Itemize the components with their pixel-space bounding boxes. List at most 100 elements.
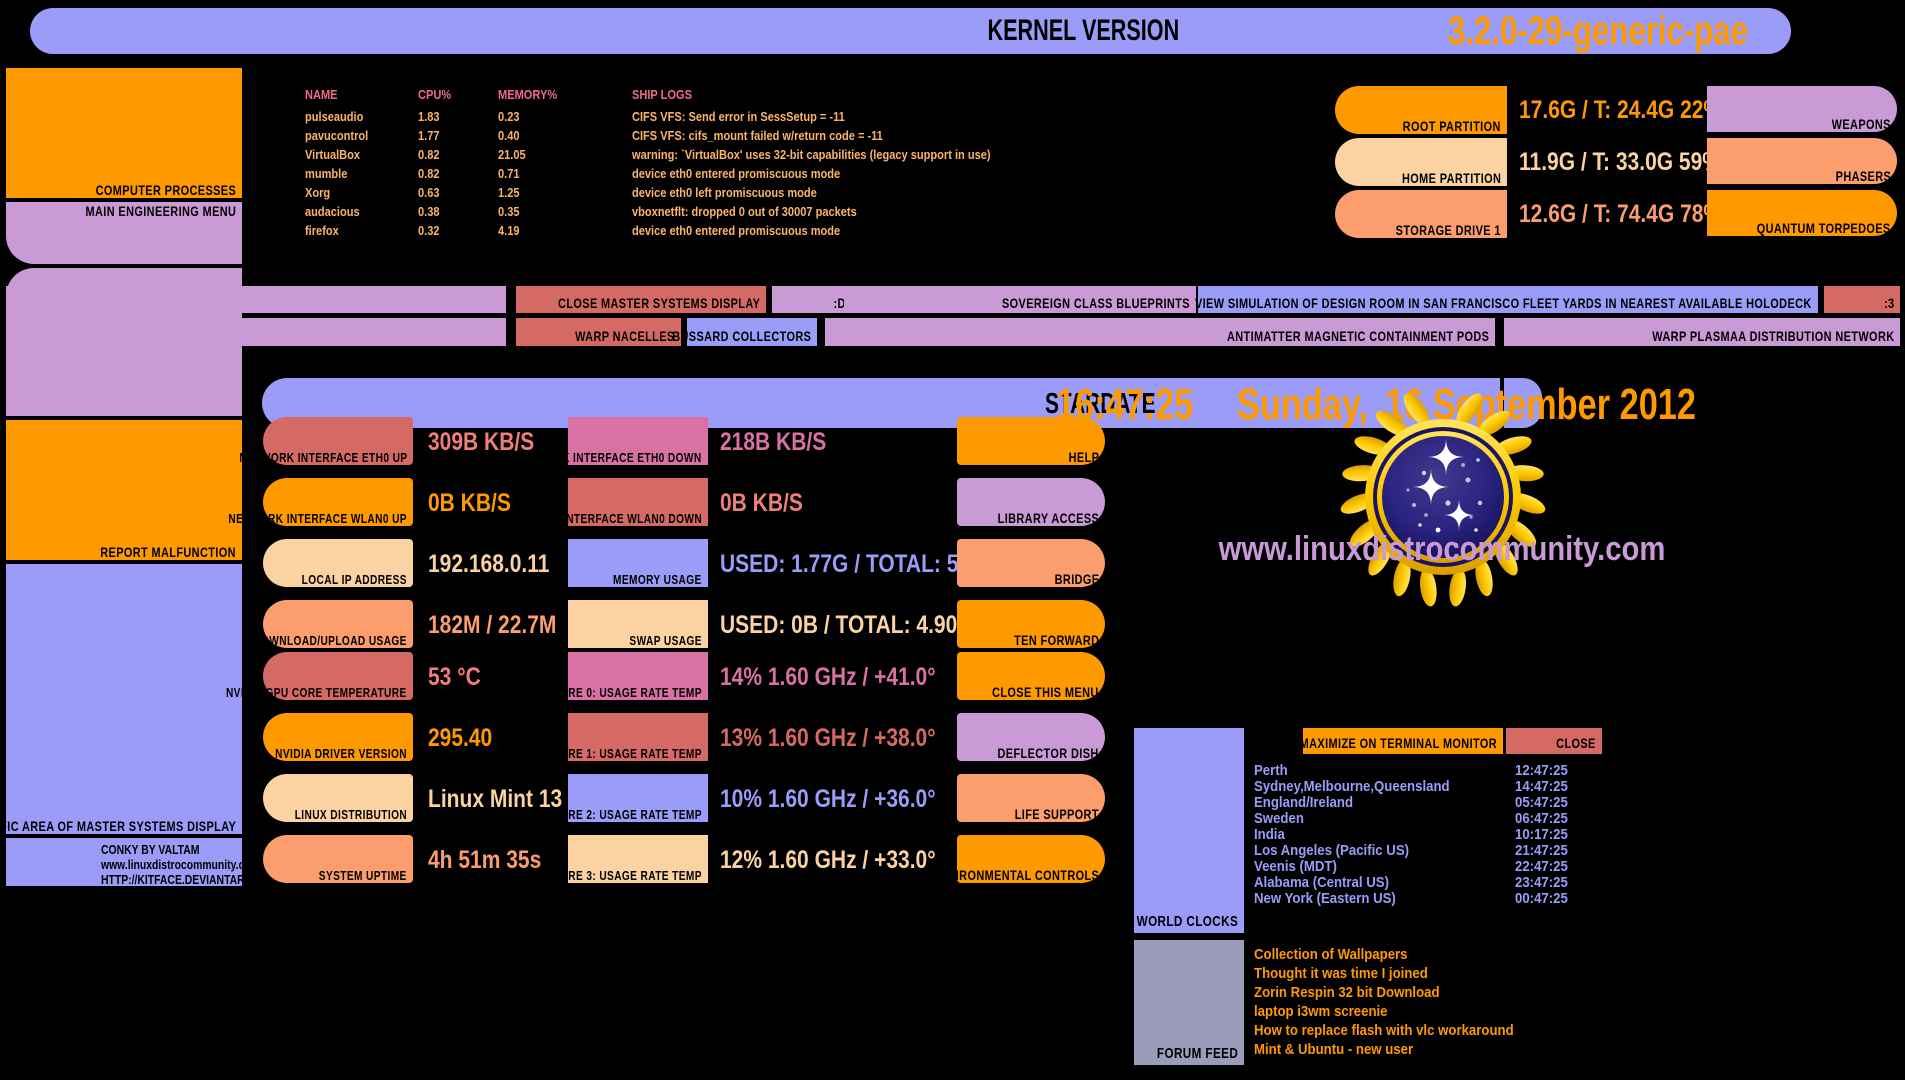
right-menu-button-1[interactable]: LIBRARY ACCESS [957,478,1105,526]
partition-value: 17.6G / T: 24.4G 22% [1519,98,1722,123]
weapons-menu-label: WEAPONS [1832,117,1891,131]
button-row2-0[interactable] [6,318,506,346]
process-log: warning: `VirtualBox' uses 32-bit capabi… [632,148,991,161]
process-name: firefox [305,224,339,237]
world-clock-city: Los Angeles (Pacific US) [1254,843,1409,858]
close-terminal-button[interactable]: CLOSE [1506,728,1602,754]
process-column-header: CPU% [418,88,451,101]
process-cpu: 0.38 [418,205,440,218]
forum-feed-item: Mint & Ubuntu - new user [1254,1042,1413,1057]
right-menu-button-0[interactable]: HELP [957,417,1105,465]
right-menu-button-2[interactable]: BRIDGE [957,539,1105,587]
button-row1-5[interactable]: :3 [1824,286,1900,313]
partition-value: 11.9G / T: 33.0G 59% [1519,150,1721,175]
main-engineering-menu-panel[interactable]: MAIN ENGINEERING MENU [6,202,242,264]
right-menu-button-6[interactable]: LIFE SUPPORT [957,774,1105,822]
report-malfunction-panel[interactable]: REPORT MALFUNCTION [6,420,242,560]
forum-feed-item: Zorin Respin 32 bit Download [1254,985,1440,1000]
cpu-core-stat-pill-2[interactable]: CPU CORE 2: USAGE RATE TEMP [568,774,708,822]
partition-pill-1[interactable]: HOME PARTITION [1335,138,1507,186]
button-row1-1[interactable]: CLOSE MASTER SYSTEMS DISPLAY [516,286,766,313]
right-menu-button-5[interactable]: DEFLECTOR DISH [957,713,1105,761]
net-stat-left-pill-2[interactable]: LOCAL IP ADDRESS [263,539,413,587]
cpu-core-stat-value: 14% 1.60 GHz / +41.0° [720,665,936,690]
hw-stat-left-pill-0[interactable]: NVIDIA GPU CORE TEMPERATURE [263,652,413,700]
kernel-version-label: KERNEL VERSION [987,14,1179,48]
hw-stat-left-label: LINUX DISTRIBUTION [295,808,407,821]
world-clock-time: 22:47:25 [1515,859,1568,874]
button-row2-4[interactable]: WARP PLASMAA DISTRIBUTION NETWORK [1504,318,1900,346]
net-stat-left-pill-1[interactable]: NETWORK INTERFACE WLAN0 UP [263,478,413,526]
right-menu-button-7[interactable]: ENVIRONMENTAL CONTROLS [957,835,1105,883]
process-cpu: 0.63 [418,186,440,199]
right-menu-label: TEN FORWARD [1014,633,1099,647]
button-row2-3[interactable]: ANTIMATTER MAGNETIC CONTAINMENT PODS [825,318,1495,346]
hw-stat-left-pill-3[interactable]: SYSTEM UPTIME [263,835,413,883]
world-clock-time: 21:47:25 [1515,843,1568,858]
hw-stat-left-label: NVIDIA DRIVER VERSION [275,747,407,760]
credits-panel: CONKY BY VALTAM www.linuxdistrocommunity… [6,838,242,886]
process-mem: 0.35 [498,205,520,218]
cpu-core-stat-value: 12% 1.60 GHz / +33.0° [720,848,936,873]
weapons-menu-button-1[interactable]: PHASERS [1707,138,1897,184]
cpu-core-stat-pill-1[interactable]: CPU CORE 1: USAGE RATE TEMP [568,713,708,761]
world-clock-city: Sydney,Melbourne,Queensland [1254,779,1450,794]
maximize-on-terminal-monitor-button[interactable]: MAXIMIZE ON TERMINAL MONITOR [1303,728,1503,754]
forum-feed-item: How to replace flash with vlc workaround [1254,1023,1514,1038]
process-cpu: 0.82 [418,167,440,180]
hw-stat-left-pill-1[interactable]: NVIDIA DRIVER VERSION [263,713,413,761]
world-clock-time: 06:47:25 [1515,811,1568,826]
view-specific-area-label: VIEW SPECIFIC AREA OF MASTER SYSTEMS DIS… [0,819,236,833]
process-log: vboxnetflt: dropped 0 out of 30007 packe… [632,205,857,218]
process-name: mumble [305,167,347,180]
left-blue-block[interactable]: VIEW SPECIFIC AREA OF MASTER SYSTEMS DIS… [6,564,242,834]
button-row2-1[interactable]: WARP NACELLES [516,318,681,346]
cpu-core-stat-label: CPU CORE 1: USAGE RATE TEMP [527,747,702,760]
right-menu-label: LIFE SUPPORT [1015,807,1099,821]
right-menu-label: LIBRARY ACCESS [997,511,1099,525]
net-stat-left-pill-3[interactable]: DOWNLOAD/UPLOAD USAGE [263,600,413,648]
process-cpu: 1.77 [418,129,440,142]
right-menu-button-3[interactable]: TEN FORWARD [957,600,1105,648]
weapons-menu-button-2[interactable]: QUANTUM TORPEDOES [1707,190,1897,236]
net-stat-mid-pill-2[interactable]: MEMORY USAGE [568,539,708,587]
forum-feed-label: FORUM FEED [1157,1046,1238,1061]
button-row1-2[interactable]: :D [772,286,852,313]
button-row1-3[interactable]: SOVEREIGN CLASS BLUEPRINTS [844,286,1196,313]
main-engineering-menu-label: MAIN ENGINEERING MENU [85,204,236,218]
cpu-core-stat-label: CPU CORE 2: USAGE RATE TEMP [527,808,702,821]
net-stat-mid-label: SWAP USAGE [630,634,702,647]
net-stat-mid-pill-1[interactable]: NETWORK INTERFACE WLAN0 DOWN [568,478,708,526]
world-clock-city: England/Ireland [1254,795,1353,810]
right-menu-button-4[interactable]: CLOSE THIS MENU [957,652,1105,700]
net-stat-mid-pill-0[interactable]: NETWORK INTERFACE ETH0 DOWN [568,417,708,465]
forum-feed-item: Thought it was time I joined [1254,966,1428,981]
net-stat-left-value: 0B KB/S [428,491,511,516]
computer-processes-panel[interactable]: COMPUTER PROCESSES [6,68,242,198]
process-name: pavucontrol [305,129,368,142]
process-cpu: 0.32 [418,224,440,237]
partition-pill-0[interactable]: ROOT PARTITION [1335,86,1507,134]
weapons-menu-button-0[interactable]: WEAPONS [1707,86,1897,132]
button-row1-4[interactable]: VIEW SIMULATION OF DESIGN ROOM IN SAN FR… [1198,286,1818,313]
button-row2-2[interactable]: BUSSARD COLLECTORS [687,318,817,346]
process-name: VirtualBox [305,148,360,161]
hw-stat-left-pill-2[interactable]: LINUX DISTRIBUTION [263,774,413,822]
button-row1-0[interactable] [6,286,506,313]
net-stat-left-pill-0[interactable]: NETWORK INTERFACE ETH0 UP [263,417,413,465]
world-clock-city: India [1254,827,1285,842]
cpu-core-stat-pill-3[interactable]: CPU CORE 3: USAGE RATE TEMP [568,835,708,883]
hw-stat-left-label: SYSTEM UPTIME [319,869,407,882]
net-stat-mid-pill-3[interactable]: SWAP USAGE [568,600,708,648]
partition-pill-2[interactable]: STORAGE DRIVE 1 [1335,190,1507,238]
partition-label: ROOT PARTITION [1403,119,1501,133]
world-clocks-block[interactable]: WORLD CLOCKS [1134,728,1244,933]
net-stat-mid-label: NETWORK INTERFACE ETH0 DOWN [515,451,702,464]
cpu-core-stat-pill-0[interactable]: CPU CORE 0: USAGE RATE TEMP [568,652,708,700]
ufp-emblem [1328,385,1558,615]
world-clock-city: Perth [1254,763,1288,778]
forum-feed-block[interactable]: FORUM FEED [1134,940,1244,1065]
button-row1-label: :3 [1884,296,1894,310]
right-menu-label: CLOSE THIS MENU [992,685,1099,699]
world-clock-city: Veenis (MDT) [1254,859,1337,874]
